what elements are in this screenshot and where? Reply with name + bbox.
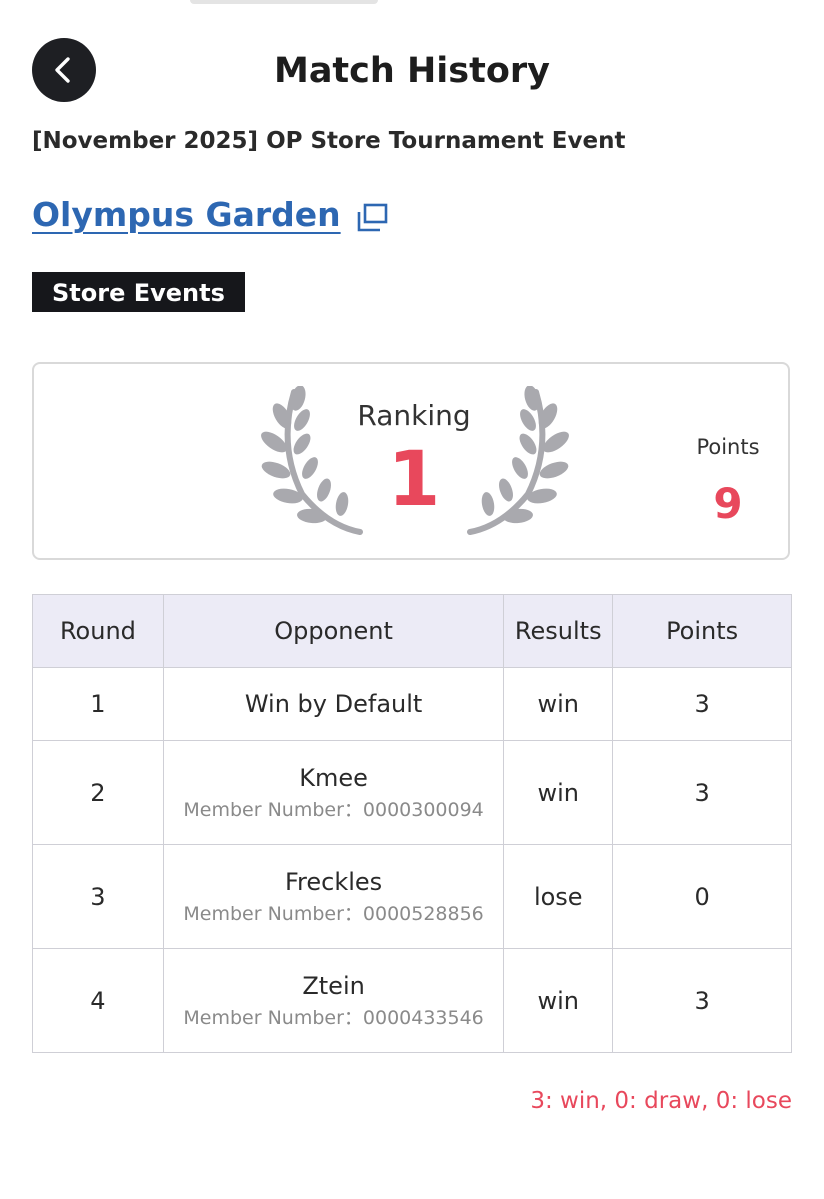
- points-value: 9: [713, 479, 743, 528]
- match-results-table: Round Opponent Results Points 1 Win by D…: [32, 594, 792, 1053]
- external-link-icon[interactable]: [355, 203, 389, 233]
- laurel-right-icon: [467, 386, 569, 535]
- column-header-round: Round: [32, 594, 164, 668]
- store-link[interactable]: Olympus Garden: [32, 192, 389, 238]
- table-row: 2 Kmee Member Number：0000300094 win 3: [32, 740, 792, 845]
- member-number: Member Number：0000528856: [183, 902, 484, 925]
- opponent-name: Freckles: [284, 867, 383, 896]
- opponent-cell: Ztein Member Number：0000433546: [162, 948, 505, 1053]
- ranking-card: Ranking 1 Points 9: [32, 362, 790, 560]
- opponent-name: Kmee: [299, 763, 368, 792]
- opponent-cell: Freckles Member Number：0000528856: [162, 844, 505, 949]
- table-row: 1 Win by Default win 3: [32, 667, 792, 741]
- opponent-name: Ztein: [302, 971, 365, 1000]
- column-header-results: Results: [503, 594, 614, 668]
- round-cell: 2: [32, 740, 164, 845]
- round-cell: 4: [32, 948, 164, 1053]
- result-cell: win: [503, 948, 614, 1053]
- points-cell: 3: [612, 667, 792, 741]
- opponent-cell: Kmee Member Number：0000300094: [162, 740, 505, 845]
- opponent-cell: Win by Default: [162, 667, 505, 741]
- points-legend: 3: win, 0: draw, 0: lose: [530, 1088, 792, 1114]
- column-header-points: Points: [612, 594, 792, 668]
- result-cell: win: [503, 667, 614, 741]
- page-title: Match History: [273, 51, 550, 91]
- round-cell: 3: [32, 844, 164, 949]
- table-row: 4 Ztein Member Number：0000433546 win 3: [32, 948, 792, 1053]
- store-name-link[interactable]: Olympus Garden: [32, 192, 341, 238]
- column-header-opponent: Opponent: [162, 594, 505, 668]
- points-label: Points: [696, 435, 760, 459]
- match-history-page: Match History [November 2025] OP Store T…: [0, 0, 824, 1199]
- table-header-row: Round Opponent Results Points: [32, 594, 792, 668]
- result-cell: win: [503, 740, 614, 845]
- member-number: Member Number：0000433546: [183, 1006, 484, 1029]
- points-cell: 0: [612, 844, 792, 949]
- table-row: 3 Freckles Member Number：0000528856 lose…: [32, 844, 792, 949]
- event-name: [November 2025] OP Store Tournament Even…: [32, 128, 626, 154]
- round-cell: 1: [32, 667, 164, 741]
- points-cell: 3: [612, 948, 792, 1053]
- points-cell: 3: [612, 740, 792, 845]
- result-cell: lose: [503, 844, 614, 949]
- opponent-name: Win by Default: [244, 690, 423, 718]
- drag-handle: [190, 0, 378, 4]
- category-tag: Store Events: [32, 272, 245, 312]
- member-number: Member Number：0000300094: [183, 798, 484, 821]
